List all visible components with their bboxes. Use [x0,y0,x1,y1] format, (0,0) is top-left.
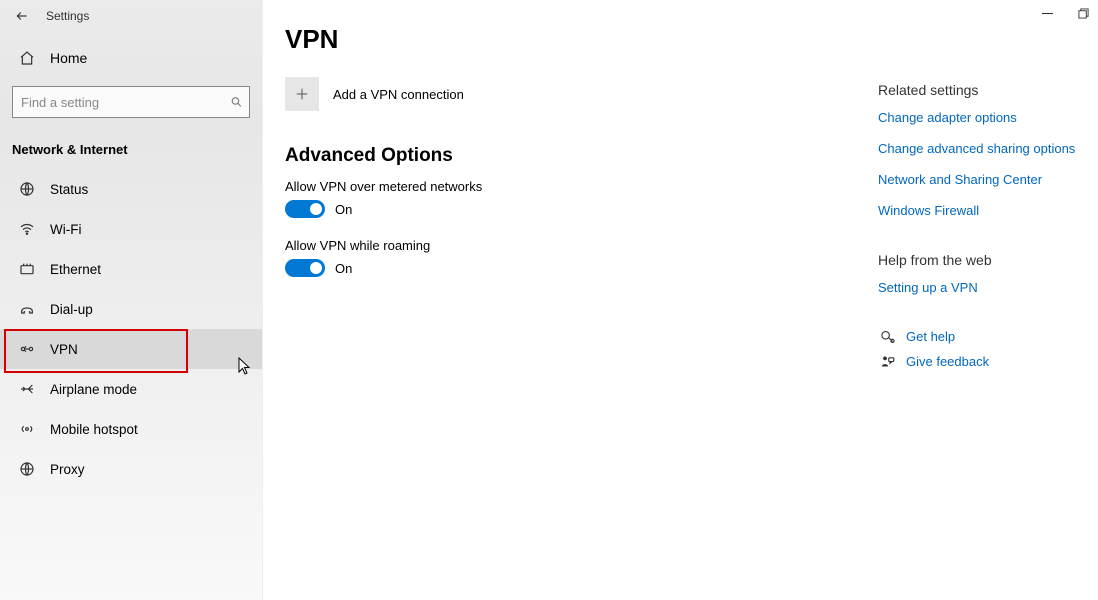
sidebar-item-hotspot[interactable]: Mobile hotspot [0,409,262,449]
page-title: VPN [285,24,878,55]
window-controls [1040,6,1090,20]
sidebar-item-label: Dial-up [50,302,93,317]
add-vpn-button[interactable]: Add a VPN connection [285,77,878,111]
give-feedback-link[interactable]: Give feedback [878,354,1088,369]
sidebar: Settings Home Network & Internet Sta [0,0,263,600]
toggle-row: On [285,259,878,277]
wifi-icon [18,220,36,238]
link-adapter-options[interactable]: Change adapter options [878,110,1088,125]
sidebar-item-label: Status [50,182,88,197]
hotspot-icon [18,420,36,438]
search-box[interactable] [12,86,250,118]
ethernet-icon [18,260,36,278]
home-icon [18,49,36,67]
status-icon [18,180,36,198]
sidebar-item-wifi[interactable]: Wi-Fi [0,209,262,249]
dialup-icon [18,300,36,318]
sidebar-item-label: Ethernet [50,262,101,277]
sidebar-item-proxy[interactable]: Proxy [0,449,262,489]
main: VPN Add a VPN connection Advanced Option… [263,0,1098,600]
sidebar-item-dialup[interactable]: Dial-up [0,289,262,329]
help-icon [878,329,896,344]
link-setup-vpn[interactable]: Setting up a VPN [878,280,1088,295]
sidebar-item-label: Wi-Fi [50,222,81,237]
related-heading: Related settings [878,82,1088,98]
sidebar-item-airplane[interactable]: Airplane mode [0,369,262,409]
airplane-icon [18,380,36,398]
toggle-row: On [285,200,878,218]
aside: Related settings Change adapter options … [878,0,1098,600]
aside-footer: Get help Give feedback [878,329,1088,369]
option-metered: Allow VPN over metered networks On [285,179,878,218]
give-feedback-label: Give feedback [906,354,989,369]
back-arrow-icon [15,9,29,23]
sidebar-item-label: Mobile hotspot [50,422,138,437]
add-vpn-label: Add a VPN connection [333,87,464,102]
back-button[interactable] [10,4,34,28]
help-section: Help from the web Setting up a VPN [878,252,1088,295]
feedback-icon [878,354,896,369]
advanced-heading: Advanced Options [285,145,878,167]
home-label: Home [50,50,87,66]
option-label: Allow VPN while roaming [285,238,878,253]
sidebar-item-label: Airplane mode [50,382,137,397]
link-network-center[interactable]: Network and Sharing Center [878,172,1088,187]
sidebar-home[interactable]: Home [0,38,262,78]
help-heading: Help from the web [878,252,1088,268]
sidebar-item-label: VPN [50,342,78,357]
link-sharing-options[interactable]: Change advanced sharing options [878,141,1088,156]
link-firewall[interactable]: Windows Firewall [878,203,1088,218]
vpn-icon [18,340,36,358]
category-heading: Network & Internet [0,132,262,169]
sidebar-item-vpn[interactable]: VPN [0,329,262,369]
get-help-label: Get help [906,329,955,344]
search-wrap [0,86,262,118]
toggle-roaming[interactable] [285,259,325,277]
sidebar-item-ethernet[interactable]: Ethernet [0,249,262,289]
sidebar-item-status[interactable]: Status [0,169,262,209]
proxy-icon [18,460,36,478]
toggle-state: On [335,202,352,217]
window-title: Settings [46,9,89,23]
search-icon [230,96,243,109]
get-help-link[interactable]: Get help [878,329,1088,344]
sidebar-item-label: Proxy [50,462,85,477]
content: VPN Add a VPN connection Advanced Option… [263,0,878,600]
minimize-button[interactable] [1040,6,1054,20]
option-roaming: Allow VPN while roaming On [285,238,878,277]
plus-icon [285,77,319,111]
maximize-button[interactable] [1076,6,1090,20]
search-input[interactable] [13,95,249,110]
sidebar-header: Settings [0,0,262,32]
toggle-metered[interactable] [285,200,325,218]
related-section: Related settings Change adapter options … [878,82,1088,218]
toggle-state: On [335,261,352,276]
option-label: Allow VPN over metered networks [285,179,878,194]
nav-list: Status Wi-Fi Ethernet Dial-up [0,169,262,489]
